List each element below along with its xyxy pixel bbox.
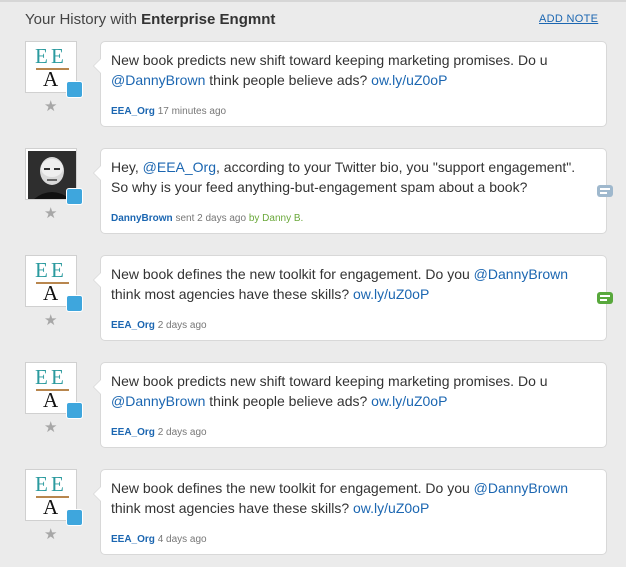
message-text: New book predicts new shift toward keepi… xyxy=(111,373,548,409)
message-meta: EEA_Org 4 days ago xyxy=(111,534,207,545)
history-title-prefix: Your History with xyxy=(25,11,137,28)
assigned-comment-icon[interactable] xyxy=(597,292,613,304)
timestamp: 2 days ago xyxy=(157,320,207,331)
url-link[interactable]: ow.ly/uZ0oP xyxy=(371,72,447,88)
mention-link[interactable]: @DannyBrown xyxy=(474,266,568,282)
url-link[interactable]: ow.ly/uZ0oP xyxy=(371,393,447,409)
message-meta: EEA_Org 17 minutes ago xyxy=(111,106,226,117)
url-link[interactable]: ow.ly/uZ0oP xyxy=(353,500,429,516)
sent-by-label: by Danny B. xyxy=(248,213,304,224)
timestamp: 2 days ago xyxy=(157,427,207,438)
timestamp: 17 minutes ago xyxy=(157,106,227,117)
mention-link[interactable]: @EEA_Org xyxy=(143,159,216,175)
history-entry: E E A ★ New book predicts new shift towa… xyxy=(0,41,626,137)
url-link[interactable]: ow.ly/uZ0oP xyxy=(353,286,429,302)
twitter-bird-icon xyxy=(66,81,83,98)
message-meta: EEA_Org 2 days ago xyxy=(111,427,207,438)
twitter-bird-icon xyxy=(66,509,83,526)
twitter-bird-icon xyxy=(66,402,83,419)
message-text: New book defines the new toolkit for eng… xyxy=(111,480,569,516)
star-icon[interactable]: ★ xyxy=(44,527,57,542)
history-entry: ★ Hey, @EEA_Org, according to your Twitt… xyxy=(0,148,626,244)
mention-link[interactable]: @DannyBrown xyxy=(111,72,205,88)
username-link[interactable]: EEA_Org xyxy=(111,106,155,117)
message-text: New book predicts new shift toward keepi… xyxy=(111,52,548,88)
twitter-bird-icon xyxy=(66,188,83,205)
star-icon[interactable]: ★ xyxy=(44,420,57,435)
message-text: Hey, @EEA_Org, according to your Twitter… xyxy=(111,159,576,195)
star-icon[interactable]: ★ xyxy=(44,206,57,221)
message-bubble: New book defines the new toolkit for eng… xyxy=(93,255,607,341)
username-link[interactable]: DannyBrown xyxy=(111,213,173,224)
message-bubble: New book defines the new toolkit for eng… xyxy=(93,469,607,555)
mention-link[interactable]: @DannyBrown xyxy=(111,393,205,409)
message-text: New book defines the new toolkit for eng… xyxy=(111,266,569,302)
message-meta: EEA_Org 2 days ago xyxy=(111,320,207,331)
add-note-link[interactable]: ADD NOTE xyxy=(539,13,598,25)
username-link[interactable]: EEA_Org xyxy=(111,427,155,438)
history-entry: E E A ★ New book defines the new toolkit… xyxy=(0,469,626,565)
star-icon[interactable]: ★ xyxy=(44,313,57,328)
message-bubble: New book predicts new shift toward keepi… xyxy=(93,41,607,127)
reply-comment-icon[interactable] xyxy=(597,185,613,197)
username-link[interactable]: EEA_Org xyxy=(111,534,155,545)
twitter-bird-icon xyxy=(66,295,83,312)
timestamp: sent 2 days ago xyxy=(175,213,247,224)
history-entry: E E A ★ New book defines the new toolkit… xyxy=(0,255,626,351)
history-header: Your History with Enterprise Engmnt ADD … xyxy=(0,0,626,40)
message-bubble: Hey, @EEA_Org, according to your Twitter… xyxy=(93,148,607,234)
mention-link[interactable]: @DannyBrown xyxy=(474,480,568,496)
username-link[interactable]: EEA_Org xyxy=(111,320,155,331)
message-meta: DannyBrown sent 2 days ago by Danny B. xyxy=(111,213,303,224)
history-entry: E E A ★ New book predicts new shift towa… xyxy=(0,362,626,458)
history-title: Your History with Enterprise Engmnt xyxy=(25,11,275,28)
message-bubble: New book predicts new shift toward keepi… xyxy=(93,362,607,448)
star-icon[interactable]: ★ xyxy=(44,99,57,114)
history-title-name: Enterprise Engmnt xyxy=(141,11,276,28)
timestamp: 4 days ago xyxy=(157,534,207,545)
